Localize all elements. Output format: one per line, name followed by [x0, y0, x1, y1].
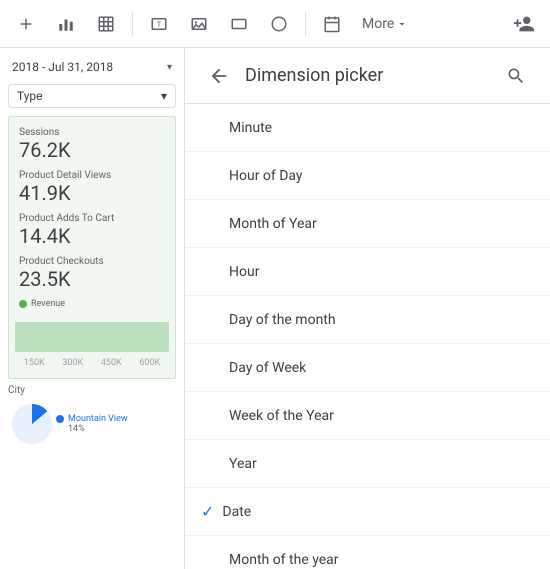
text-icon[interactable]: T: [141, 6, 177, 42]
city-label: City: [8, 385, 176, 396]
rectangle-icon[interactable]: [221, 6, 257, 42]
item-label: Week of the Year: [229, 408, 334, 424]
more-label: More: [362, 16, 394, 32]
item-label: Day of Week: [229, 360, 306, 376]
legend-dot: [19, 300, 27, 308]
chevron-down-icon: ▾: [167, 62, 172, 73]
toolbar: T More: [0, 0, 550, 48]
product-checkouts-metric: Product Checkouts 23.5K: [15, 252, 169, 291]
location-item: Mountain View: [56, 414, 128, 424]
more-menu[interactable]: More: [354, 12, 416, 36]
picker-header: Dimension picker: [185, 48, 550, 104]
product-adds-label: Product Adds To Cart: [15, 209, 169, 224]
add-icon[interactable]: [8, 6, 44, 42]
dimension-picker-panel: Dimension picker Minute Hour of Day Mont…: [185, 48, 550, 569]
x-label-2: 300K: [62, 358, 83, 368]
item-label: Month of the year: [229, 552, 339, 568]
list-item-date[interactable]: ✓ Date: [185, 488, 550, 536]
back-button[interactable]: [201, 58, 237, 94]
divider-1: [132, 12, 133, 36]
list-item[interactable]: Year: [185, 440, 550, 488]
product-adds-value: 14.4K: [15, 224, 169, 248]
product-detail-views-value: 41.9K: [15, 181, 169, 205]
picker-list: Minute Hour of Day Month of Year Hour Da…: [185, 104, 550, 569]
percentage-label: 14%: [68, 424, 128, 434]
item-label: Date: [222, 504, 251, 520]
date-range-icon[interactable]: [314, 6, 350, 42]
location-dot: [56, 415, 64, 423]
type-selector[interactable]: Type ▾: [8, 84, 176, 108]
list-item[interactable]: Month of Year: [185, 200, 550, 248]
item-label: Year: [229, 456, 257, 472]
list-item[interactable]: Week of the Year: [185, 392, 550, 440]
type-label: Type: [17, 89, 43, 103]
date-selector[interactable]: 2018 - Jul 31, 2018 ▾: [8, 56, 176, 78]
checkmark-icon: ✓: [201, 502, 214, 521]
circle-icon[interactable]: [261, 6, 297, 42]
x-label-4: 600K: [139, 358, 160, 368]
left-panel: 2018 - Jul 31, 2018 ▾ Type ▾ Sessions 76…: [0, 48, 185, 569]
sessions-metric: Sessions 76.2K: [15, 123, 169, 162]
list-item[interactable]: Day of Week: [185, 344, 550, 392]
bar-chart-icon[interactable]: [48, 6, 84, 42]
product-checkouts-value: 23.5K: [15, 267, 169, 291]
date-range-label: 2018 - Jul 31, 2018: [12, 60, 113, 74]
item-label: Minute: [229, 120, 272, 136]
city-section: City Mountain View 14%: [8, 383, 176, 450]
search-button[interactable]: [498, 58, 534, 94]
add-user-button[interactable]: [506, 6, 542, 42]
list-item[interactable]: Minute: [185, 104, 550, 152]
legend: Revenue: [15, 295, 169, 313]
item-label: Day of the month: [229, 312, 336, 328]
location-label: Mountain View: [68, 414, 128, 424]
table-icon[interactable]: [88, 6, 124, 42]
sessions-label: Sessions: [15, 123, 169, 138]
product-detail-views-label: Product Detail Views: [15, 166, 169, 181]
sessions-value: 76.2K: [15, 138, 169, 162]
picker-title: Dimension picker: [245, 65, 498, 86]
x-label-3: 450K: [101, 358, 122, 368]
divider-2: [305, 12, 306, 36]
legend-label: Revenue: [31, 299, 65, 309]
pie-chart: [12, 404, 52, 444]
product-adds-metric: Product Adds To Cart 14.4K: [15, 209, 169, 248]
item-label: Month of Year: [229, 216, 317, 232]
product-detail-views-metric: Product Detail Views 41.9K: [15, 166, 169, 205]
pie-area: Mountain View 14%: [8, 400, 176, 448]
main-content: 2018 - Jul 31, 2018 ▾ Type ▾ Sessions 76…: [0, 48, 550, 569]
product-checkouts-label: Product Checkouts: [15, 252, 169, 267]
list-item[interactable]: Day of the month: [185, 296, 550, 344]
x-label-1: 150K: [24, 358, 45, 368]
item-label: Hour of Day: [229, 168, 303, 184]
item-label: Hour: [229, 264, 259, 280]
type-chevron-icon: ▾: [161, 89, 167, 103]
list-item[interactable]: Month of the year: [185, 536, 550, 569]
list-item[interactable]: Hour of Day: [185, 152, 550, 200]
image-icon[interactable]: [181, 6, 217, 42]
list-item[interactable]: Hour: [185, 248, 550, 296]
svg-text:T: T: [157, 20, 162, 29]
